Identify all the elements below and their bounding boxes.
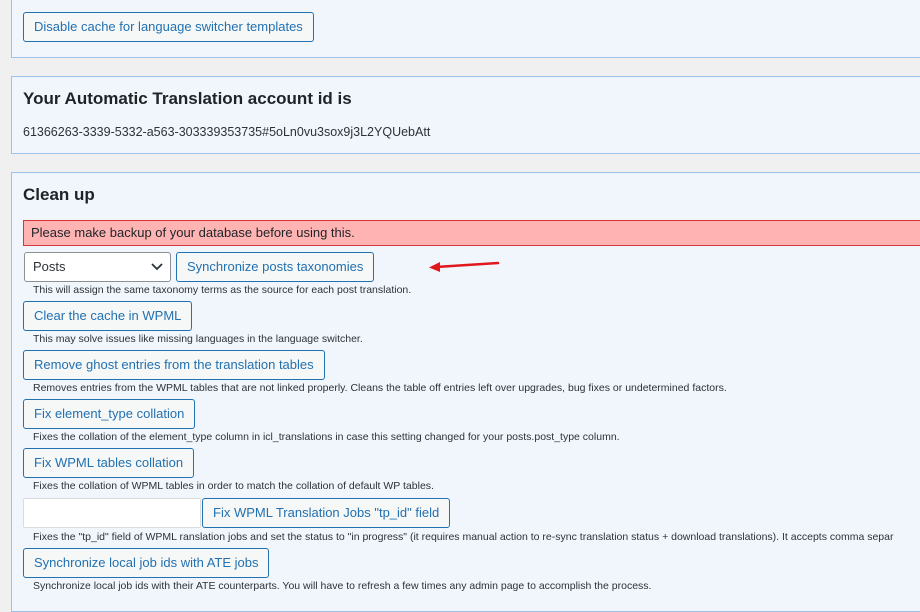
sync-taxonomies-desc: This will assign the same taxonomy terms… [33, 284, 412, 296]
clear-cache-button[interactable]: Clear the cache in WPML [23, 301, 193, 331]
sync-job-ids-button[interactable]: Synchronize local job ids with ATE jobs [23, 548, 270, 578]
remove-ghost-entries-desc: Removes entries from the WPML tables tha… [33, 382, 727, 394]
account-id-value: 61366263-3339-5332-a563-303339353735#5oL… [23, 125, 431, 139]
arrow-left-icon [429, 261, 500, 272]
account-title: Your Automatic Translation account id is [23, 89, 352, 108]
post-type-select-value: Posts [33, 259, 66, 274]
post-type-select[interactable]: Posts [24, 252, 171, 282]
cleanup-title: Clean up [23, 185, 95, 204]
sync-job-ids-desc: Synchronize local job ids with their ATE… [33, 580, 652, 592]
disable-cache-button[interactable]: Disable cache for language switcher temp… [23, 12, 314, 42]
fix-tp-id-desc: Fixes the "tp_id" field of WPML ranslati… [33, 531, 894, 543]
fix-element-type-desc: Fixes the collation of the element_type … [33, 431, 620, 443]
sync-taxonomies-button[interactable]: Synchronize posts taxonomies [176, 252, 375, 282]
fix-tables-collation-desc: Fixes the collation of WPML tables in or… [33, 480, 434, 492]
clear-cache-desc: This may solve issues like missing langu… [33, 333, 363, 345]
fix-tables-collation-button[interactable]: Fix WPML tables collation [23, 448, 195, 478]
remove-ghost-entries-button[interactable]: Remove ghost entries from the translatio… [23, 350, 325, 380]
fix-element-type-button[interactable]: Fix element_type collation [23, 399, 196, 429]
chevron-down-icon [151, 263, 163, 271]
tp-id-input[interactable] [23, 498, 201, 528]
account-panel [11, 76, 920, 154]
backup-warning: Please make backup of your database befo… [23, 220, 920, 246]
fix-tp-id-button[interactable]: Fix WPML Translation Jobs "tp_id" field [202, 498, 451, 528]
